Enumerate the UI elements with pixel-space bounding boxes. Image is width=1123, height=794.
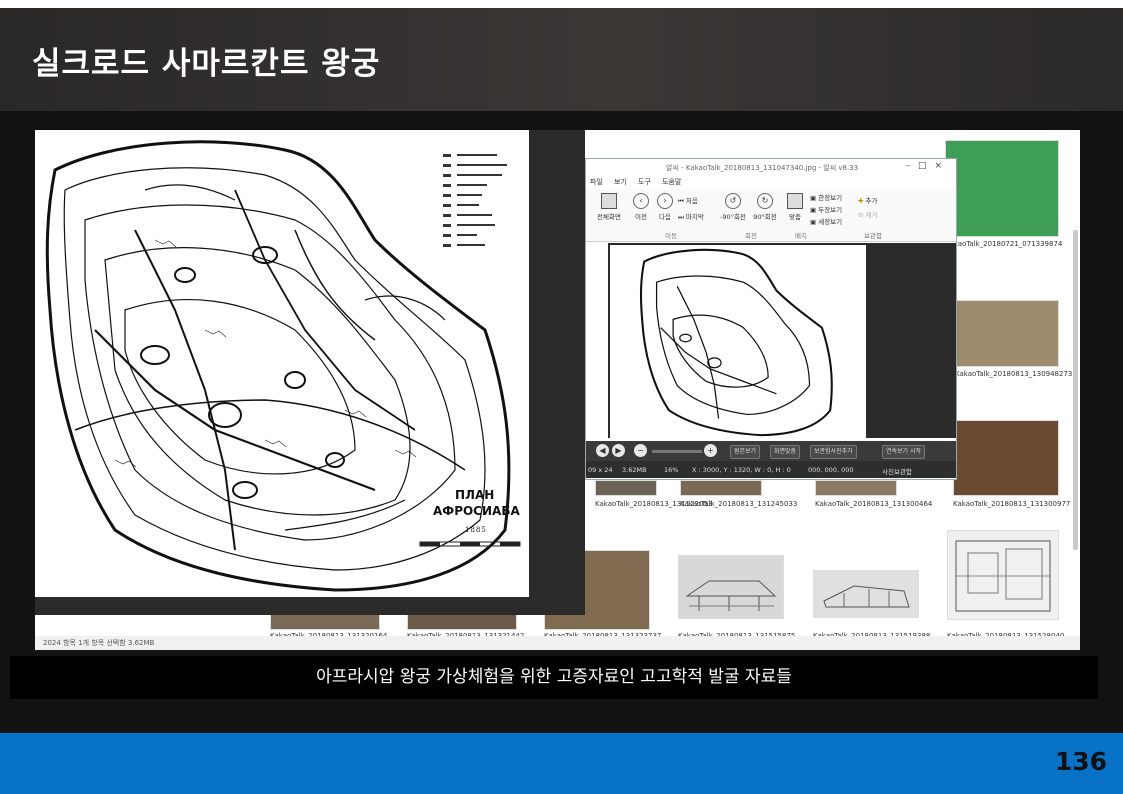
- fit-screen-button[interactable]: 화면맞춤: [770, 445, 801, 459]
- add-icon: ✚: [858, 197, 866, 205]
- explorer-status-bar: 2024 항목 1개 항목 선택함 3.62MB: [35, 636, 1080, 650]
- viewer-ribbon: 전체화면 ‹ 이전 › 다음 ⏮ 처음 ⏭ 마지막 ↺ -90°회전 ↻ 90°회전 맞…: [586, 189, 956, 242]
- fullscreen-icon: [601, 193, 617, 209]
- menu-file[interactable]: 파일: [590, 177, 603, 187]
- floorplan-drawing: [955, 540, 1051, 612]
- view-one-button[interactable]: ▣ 한장보기: [810, 192, 856, 202]
- photo-box-label: 사진보관함: [882, 468, 912, 476]
- image-dimensions: 09 x 24: [588, 466, 613, 474]
- ribbon-group-arrange: 배치: [795, 232, 807, 240]
- forward-icon[interactable]: ▶: [612, 444, 625, 457]
- remove-button[interactable]: ⊖ 제거: [858, 209, 888, 219]
- afrosiab-map-page: ПЛАН АФРОСИАБА 1885: [35, 130, 529, 597]
- save-to-box-button[interactable]: 보관함사진추가: [810, 445, 857, 459]
- slide-top-strip: [0, 0, 1123, 8]
- zoom-slider[interactable]: [652, 450, 702, 453]
- viewer-toolbar: ◀ ▶ − + 원본보기 화면맞춤 보관함사진추가 연속보기 시작: [586, 441, 956, 461]
- afrosiab-site-plan-thumbnail: [639, 248, 833, 437]
- add-button[interactable]: ✚ 추가: [858, 195, 888, 205]
- viewer-menu-bar: 파일 보기 도구 도움말: [586, 176, 956, 188]
- zoom-in-icon[interactable]: +: [704, 444, 717, 457]
- ribbon-group-move: 이동: [665, 232, 677, 240]
- map-year: 1885: [465, 526, 487, 534]
- rotate-right-button[interactable]: ↻ 90°회전: [750, 193, 780, 221]
- next-button[interactable]: › 다음: [654, 193, 676, 221]
- ribbon-group-rotate: 회전: [745, 232, 757, 240]
- zoom-level: 16%: [664, 466, 679, 474]
- thumbnail-caption: KakaoTalk_20180813_131245033: [680, 500, 798, 508]
- thumbnail-caption: KakaoTalk_20180721_071339874: [945, 240, 1063, 248]
- rotate-left-button[interactable]: ↺ -90°회전: [718, 193, 748, 221]
- thumbnail-image: [813, 570, 919, 618]
- thumbnail-image: [945, 140, 1059, 237]
- remove-icon: ⊖: [858, 211, 866, 219]
- back-icon[interactable]: ◀: [596, 444, 609, 457]
- slideshow-button[interactable]: 연속보기 시작: [882, 445, 926, 459]
- slide-title: 실크로드 사마르칸트 왕궁: [32, 46, 381, 82]
- chevron-left-icon: ‹: [633, 193, 649, 209]
- map-legend: [443, 154, 507, 247]
- afrosiab-site-plan: [45, 140, 521, 592]
- viewer-title-bar: 알씨 - KakaoTalk_20180813_131047340.jpg - …: [586, 159, 956, 175]
- sketch-drawing: [823, 585, 910, 608]
- thumbnail-caption: KakaoTalk_20180813_130948273: [955, 370, 1073, 378]
- close-icon[interactable]: ×: [934, 161, 950, 171]
- first-icon: ⏮: [678, 197, 686, 205]
- menu-view[interactable]: 보기: [614, 177, 627, 187]
- view-list-icon: ▣: [810, 218, 819, 226]
- slide-footer: 136: [0, 733, 1123, 794]
- view-multi-button[interactable]: ▣ 두장보기: [810, 204, 856, 214]
- view-list-button[interactable]: ▣ 세장보기: [810, 216, 856, 226]
- thumbnail-image: [678, 555, 784, 619]
- thumbnail-caption: KakaoTalk_20180813_131300464: [815, 500, 933, 508]
- window-controls: –□×: [905, 161, 950, 171]
- first-button[interactable]: ⏮ 처음: [678, 195, 710, 206]
- viewer-info-bar: 09 x 24 3.62MB 16% X : 3000, Y : 1320, W…: [586, 461, 956, 478]
- file-size: 3.62MB: [622, 466, 647, 474]
- maximize-icon[interactable]: □: [918, 161, 935, 171]
- menu-tools[interactable]: 도구: [638, 177, 651, 187]
- fullscreen-button[interactable]: 전체화면: [592, 193, 626, 221]
- viewer-window-title: 알씨 - KakaoTalk_20180813_131047340.jpg - …: [666, 164, 859, 172]
- explorer-status-text: 2024 항목 1개 항목 선택함 3.62MB: [43, 639, 155, 647]
- thumbnail-image: [955, 300, 1059, 367]
- thumbnail-image: [947, 530, 1059, 620]
- last-icon: ⏭: [678, 213, 686, 221]
- menu-help[interactable]: 도움말: [662, 177, 681, 187]
- minimize-icon[interactable]: –: [905, 161, 918, 171]
- prev-button[interactable]: ‹ 이전: [630, 193, 652, 221]
- thumbnail-image: [680, 480, 762, 496]
- sketch-drawing: [685, 580, 777, 611]
- thumbnail-caption: KakaoTalk_20180813_131300977: [953, 500, 1071, 508]
- viewer-canvas: [608, 243, 956, 438]
- thumbnail-image: [595, 480, 657, 496]
- actual-size-button[interactable]: 원본보기: [730, 445, 761, 459]
- map-scale-bar: [419, 541, 521, 547]
- chevron-right-icon: ›: [657, 193, 673, 209]
- rotate-left-icon: ↺: [725, 193, 741, 209]
- image-viewer-window: 알씨 - KakaoTalk_20180813_131047340.jpg - …: [585, 158, 957, 480]
- rotate-right-icon: ↻: [757, 193, 773, 209]
- explorer-scrollbar[interactable]: [1073, 230, 1078, 550]
- fit-icon: [787, 193, 803, 209]
- cursor-coords: X : 3000, Y : 1320, W : 0, H : 0: [692, 466, 791, 474]
- slide-content: KakaoTalk_20180721_071339874 KakaoTalk_2…: [0, 111, 1123, 733]
- page-number: 136: [1054, 747, 1107, 776]
- fit-button[interactable]: 맞춤: [784, 193, 806, 221]
- color-value: 000, 000, 000: [808, 466, 854, 474]
- desktop-screenshot: KakaoTalk_20180721_071339874 KakaoTalk_2…: [35, 130, 1080, 650]
- viewer-image-preview: [610, 245, 866, 438]
- slide-caption: 아프라시압 왕궁 가상체험을 위한 고증자료인 고고학적 발굴 자료들: [10, 656, 1098, 699]
- ribbon-group-edit: 보관함: [864, 232, 882, 240]
- view-multi-icon: ▣: [810, 206, 819, 214]
- view-one-icon: ▣: [810, 194, 819, 202]
- thumbnail-image: [815, 480, 897, 496]
- zoom-out-icon[interactable]: −: [634, 444, 647, 457]
- map-viewer-panel: ПЛАН АФРОСИАБА 1885: [35, 130, 585, 615]
- slide-header: 실크로드 사마르칸트 왕궁: [0, 8, 1123, 111]
- last-button[interactable]: ⏭ 마지막: [678, 211, 714, 222]
- thumbnail-image: [953, 420, 1059, 496]
- map-subtitle: АФРОСИАБА: [433, 504, 520, 518]
- map-title: ПЛАН: [455, 488, 495, 502]
